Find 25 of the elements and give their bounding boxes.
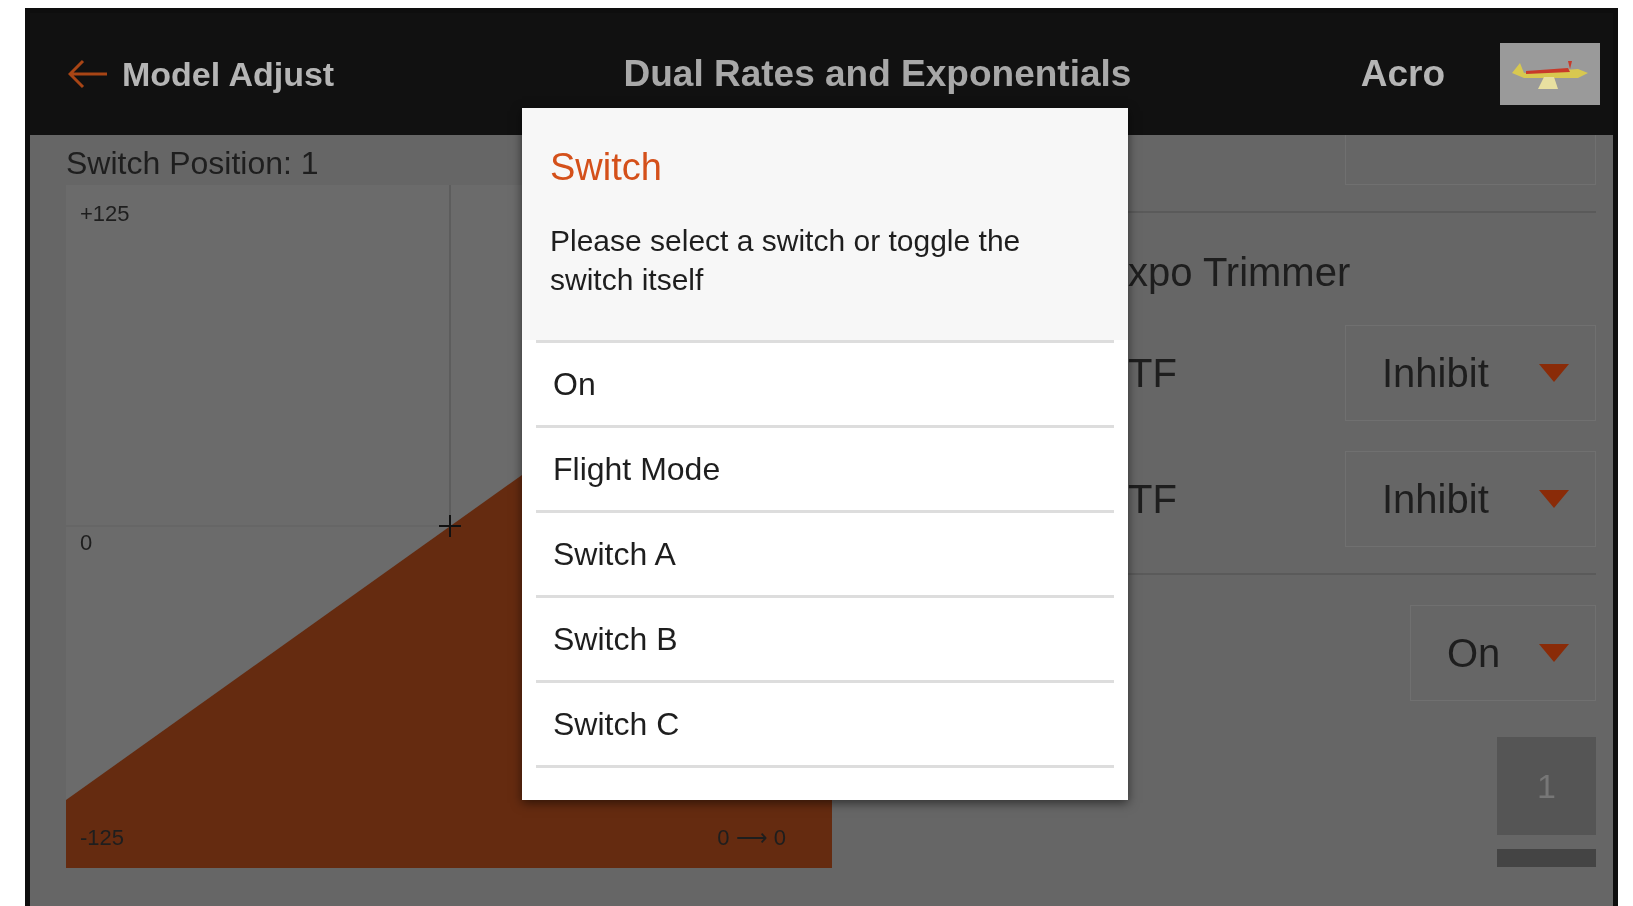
section-heading: xpo Trimmer bbox=[1128, 249, 1352, 295]
model-name: Acro bbox=[1360, 53, 1445, 95]
switch-option[interactable]: Flight Mode bbox=[536, 425, 1114, 510]
setting-label: TF bbox=[1128, 476, 1177, 522]
switch-option[interactable]: On bbox=[536, 340, 1114, 425]
axis-label: 0 bbox=[80, 530, 93, 556]
caret-icon bbox=[1539, 644, 1569, 662]
screen-title: Dual Rates and Exponentials bbox=[622, 53, 1133, 95]
model-thumbnail[interactable] bbox=[1500, 43, 1600, 105]
output-value: 0 ⟶ 0 bbox=[717, 825, 786, 851]
axis-label: -125 bbox=[80, 825, 125, 851]
switch-option[interactable]: Switch C bbox=[536, 680, 1114, 765]
switch-option[interactable]: Switch B bbox=[536, 595, 1114, 680]
setting-label: TF bbox=[1128, 350, 1177, 396]
back-arrow-icon bbox=[68, 59, 108, 89]
dialog-message: Please select a switch or toggle the switch itself bbox=[550, 223, 1022, 298]
caret-icon bbox=[1539, 364, 1569, 382]
switch-option[interactable]: Switch A bbox=[536, 510, 1114, 595]
crosshair-icon bbox=[438, 514, 462, 538]
dropdown-field[interactable] bbox=[1345, 135, 1596, 185]
caret-icon bbox=[1539, 490, 1569, 508]
axis-label: +125 bbox=[80, 201, 130, 227]
switch-position-label: Switch Position: 1 bbox=[66, 144, 319, 183]
back-link[interactable]: Model Adjust bbox=[68, 54, 335, 94]
dialog-title: Switch bbox=[550, 146, 663, 189]
